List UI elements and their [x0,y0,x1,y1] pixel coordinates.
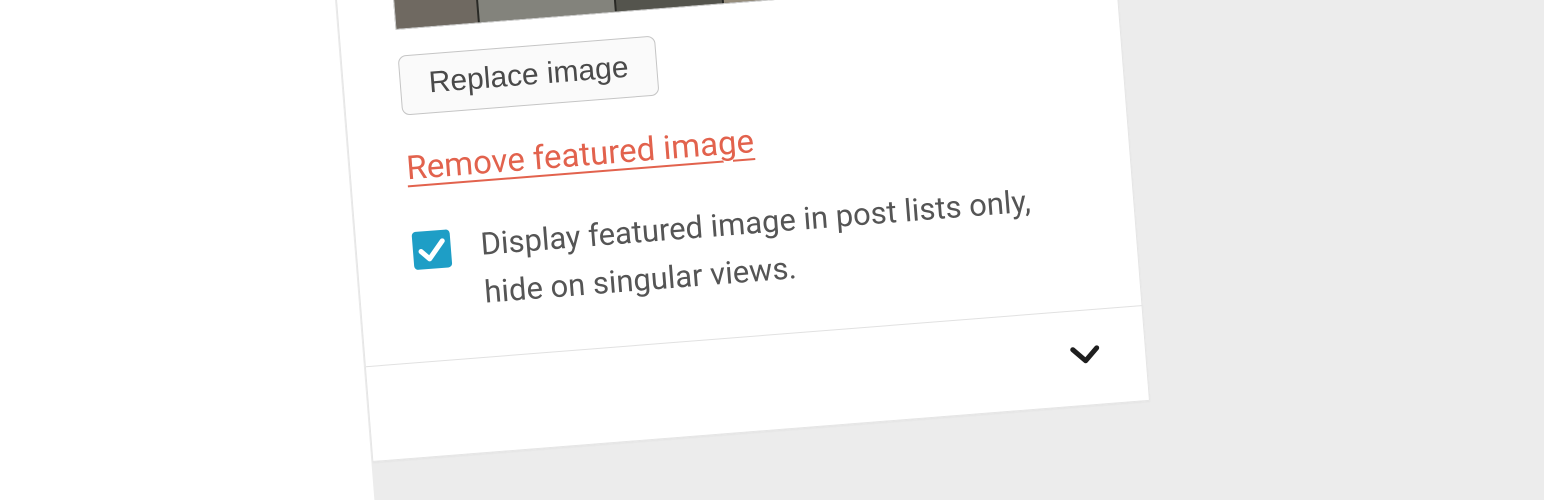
featured-image-panel: Replace image Remove featured image Disp… [318,0,1150,462]
adjacent-white-area [0,0,385,500]
checkmark-icon [411,229,452,270]
display-in-lists-label: Display featured image in post lists onl… [479,172,1111,317]
stone-wall-image [378,0,853,30]
featured-image-thumbnail[interactable] [377,0,854,30]
remove-featured-image-link[interactable]: Remove featured image [405,122,755,188]
display-in-lists-checkbox[interactable] [411,229,452,270]
display-option-row: Display featured image in post lists onl… [411,172,1110,322]
next-section-header[interactable] [394,308,1119,430]
chevron-down-icon [1062,331,1109,378]
